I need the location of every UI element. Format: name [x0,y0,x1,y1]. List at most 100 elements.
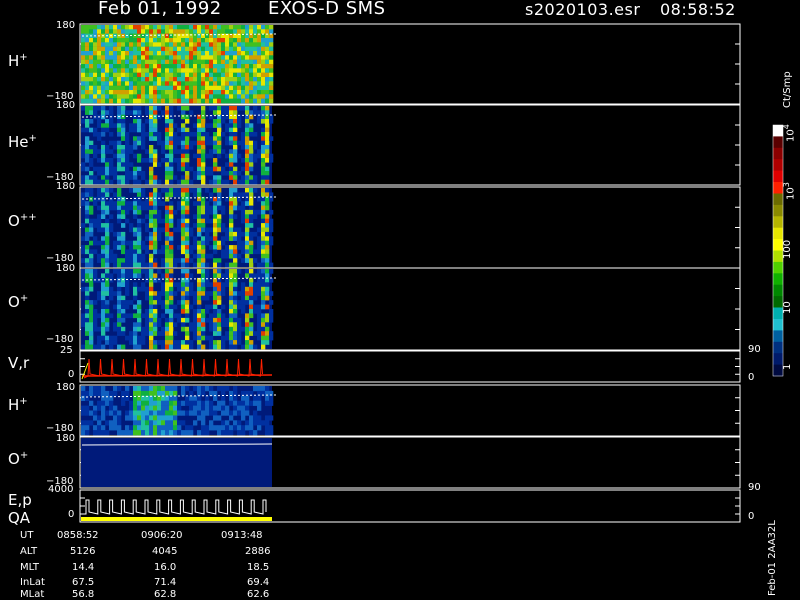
spectrogram-cell [101,386,106,392]
spectrogram-cell [181,175,186,180]
spectrogram-cell [125,51,130,56]
spectrogram-cell [89,218,94,224]
spectrogram-cell [125,81,130,86]
spectrogram-cell [249,269,254,274]
spectrogram-cell [97,98,102,104]
spectrogram-cell [221,313,226,319]
spectrogram-cell [129,249,134,255]
spectrogram-cell [89,94,94,99]
spectrogram-cell [109,420,114,426]
spectrogram-cell [237,77,242,82]
spectrogram-cell [121,145,126,150]
spectrogram-cell [81,390,86,397]
spectrogram-cell [101,149,106,154]
spectrogram-cell [81,25,86,30]
spectrogram-cell [153,46,158,52]
spectrogram-cell [133,196,138,202]
spectrogram-cell [161,94,166,99]
spectrogram-cell [173,59,178,65]
spectrogram-cell [101,430,106,436]
spectrogram-cell [165,153,170,159]
spectrogram-cell [265,430,270,436]
spectrogram-cell [141,42,146,47]
spectrogram-cell [181,295,186,301]
spectrogram-cell [85,77,90,82]
spectrogram-cell [169,110,174,115]
spectrogram-cell [229,236,234,241]
spectrogram-cell [201,258,206,263]
spectrogram-cell [257,110,262,115]
spectrogram-cell [253,59,258,65]
spectrogram-cell [209,322,214,327]
spectrogram-cell [101,405,106,411]
spectrogram-cell [265,326,270,332]
spectrogram-cell [101,201,106,206]
spectrogram-cell [93,127,98,133]
spectrogram-cell [165,127,170,133]
spectrogram-cell [105,55,110,60]
spectrogram-cell [81,153,86,159]
spectrogram-cell [81,313,86,319]
spectrogram-cell [117,162,122,167]
spectrogram-cell [121,81,126,86]
spectrogram-cell [225,420,230,426]
spectrogram-cell [133,136,138,141]
spectrogram-cell [125,335,130,341]
spectrogram-cell [193,132,198,137]
spectrogram-cell [201,136,206,141]
spectrogram-cell [129,94,134,99]
spectrogram-cell [265,158,270,163]
spectrogram-cell [173,209,178,215]
spectrogram-cell [133,153,138,159]
spectrogram-cell [161,386,166,392]
spectrogram-cell [101,158,106,163]
spectrogram-cell [117,425,122,431]
spectrogram-cell [185,72,190,78]
spectrogram-cell [105,188,110,193]
spectrogram-cell [197,400,202,406]
spectrogram-cell [245,313,250,319]
spectrogram-cell [149,205,154,211]
spectrogram-cell [213,81,218,86]
spectrogram-cell [225,42,230,47]
spectrogram-cell [265,166,270,172]
spectrogram-cell [269,240,274,246]
spectrogram-cell [265,425,270,431]
spectrogram-cell [269,395,274,401]
spectrogram-cell [125,253,130,259]
spectrogram-cell [97,415,102,421]
spectrogram-cell [177,162,182,167]
spectrogram-cell [137,42,142,47]
spectrogram-cell [241,300,246,305]
spectrogram-cell [137,430,142,436]
spectrogram-cell [149,209,154,215]
spectrogram-cell [261,258,266,263]
spectrogram-cell [249,153,254,159]
spectrogram-cell [165,227,170,233]
spectrogram-cell [209,218,214,224]
spectrogram-cell [81,317,86,323]
spectrogram-cell [137,51,142,56]
spectrogram-cell [217,340,222,345]
spectrogram-cell [145,420,150,426]
spectrogram-cell [97,179,102,185]
spectrogram-cell [193,81,198,86]
spectrogram-cell [145,291,150,296]
spectrogram-cell [89,42,94,47]
spectrogram-cell [165,42,170,47]
spectrogram-cell [197,90,202,95]
spectrogram-cell [141,132,146,137]
spectrogram-cell [129,188,134,193]
spectrogram-cell [117,119,122,124]
spectrogram-cell [269,300,274,305]
spectrogram-cell [101,253,106,259]
spectrogram-cell [213,119,218,124]
spectrogram-cell [269,85,274,91]
spectrogram-cell [145,110,150,115]
spectrogram-cell [89,149,94,154]
spectrogram-cell [233,304,238,310]
spectrogram-cell [269,29,274,34]
spectrogram-cell [265,132,270,137]
spectrogram-cell [169,390,174,397]
spectrogram-cell [137,192,142,198]
